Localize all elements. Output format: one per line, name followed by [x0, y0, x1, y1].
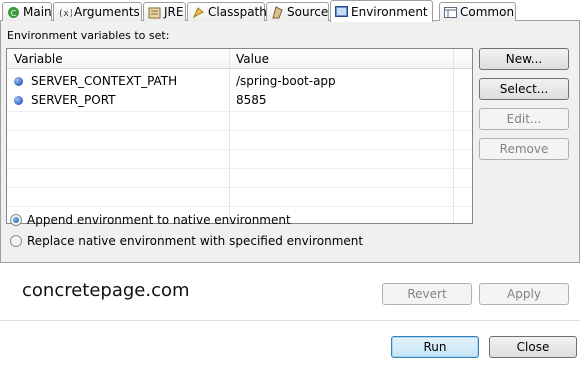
tab-arguments-label: Arguments: [74, 5, 140, 19]
row-divider: [7, 149, 472, 150]
select-button[interactable]: Select...: [479, 78, 569, 100]
jre-icon: [148, 6, 161, 19]
env-variables-table[interactable]: Variable Value SERVER_CONTEXT_PATH /spri…: [6, 48, 473, 224]
variable-icon: [14, 77, 23, 86]
tab-common-label: Common: [460, 5, 515, 19]
footer-divider: [0, 320, 580, 321]
edit-button[interactable]: Edit...: [479, 108, 569, 130]
row-divider: [7, 168, 472, 169]
tab-bar: C Main (x)= Arguments JRE Classpath Sour…: [0, 0, 580, 22]
row-divider: [7, 187, 472, 188]
classpath-icon: [192, 6, 205, 19]
environment-icon: [335, 5, 348, 18]
svg-text:C: C: [11, 9, 17, 18]
tab-main[interactable]: C Main: [2, 2, 52, 21]
arguments-icon: (x)=: [58, 6, 80, 19]
row-divider: [7, 111, 472, 112]
replace-option[interactable]: Replace native environment with specifie…: [10, 234, 363, 248]
variable-icon: [14, 96, 23, 105]
tab-source[interactable]: Source: [266, 2, 329, 21]
append-radio-label: Append environment to native environment: [27, 213, 291, 227]
new-button[interactable]: New...: [479, 48, 569, 70]
remove-button[interactable]: Remove: [479, 138, 569, 160]
tab-classpath-label: Classpath: [208, 5, 267, 19]
row-divider: [7, 206, 472, 207]
tab-classpath[interactable]: Classpath: [187, 2, 267, 21]
close-button[interactable]: Close: [489, 336, 577, 358]
table-header: Variable Value: [7, 49, 472, 69]
env-variables-label: Environment variables to set:: [7, 29, 170, 42]
column-header-value[interactable]: Value: [236, 52, 269, 66]
watermark-text: concretepage.com: [22, 280, 190, 301]
column-divider: [229, 49, 230, 223]
append-radio[interactable]: [10, 214, 22, 226]
tab-arguments[interactable]: (x)= Arguments: [53, 2, 142, 21]
variable-value: /spring-boot-app: [236, 74, 336, 88]
variable-value: 8585: [236, 93, 267, 107]
row-divider: [7, 130, 472, 131]
environment-panel: Environment variables to set: Variable V…: [0, 21, 580, 263]
tab-environment[interactable]: Environment: [330, 0, 433, 22]
svg-text:(x)=: (x)=: [58, 9, 72, 19]
main-icon: C: [7, 6, 20, 19]
variable-name: SERVER_PORT: [31, 93, 116, 107]
tab-main-label: Main: [23, 5, 52, 19]
source-icon: [271, 5, 284, 19]
revert-button[interactable]: Revert: [382, 283, 472, 305]
tab-environment-label: Environment: [351, 4, 428, 19]
column-header-variable[interactable]: Variable: [14, 52, 63, 66]
run-button[interactable]: Run: [391, 336, 479, 358]
column-divider: [453, 49, 454, 223]
tab-common[interactable]: Common: [439, 2, 516, 21]
apply-button[interactable]: Apply: [479, 283, 569, 305]
common-icon: [444, 6, 457, 19]
tab-jre-label: JRE: [164, 5, 184, 19]
tab-jre[interactable]: JRE: [143, 2, 186, 21]
append-option[interactable]: Append environment to native environment: [10, 213, 291, 227]
variable-name: SERVER_CONTEXT_PATH: [31, 74, 178, 88]
replace-radio[interactable]: [10, 235, 22, 247]
replace-radio-label: Replace native environment with specifie…: [27, 234, 364, 248]
tab-source-label: Source: [287, 5, 329, 19]
